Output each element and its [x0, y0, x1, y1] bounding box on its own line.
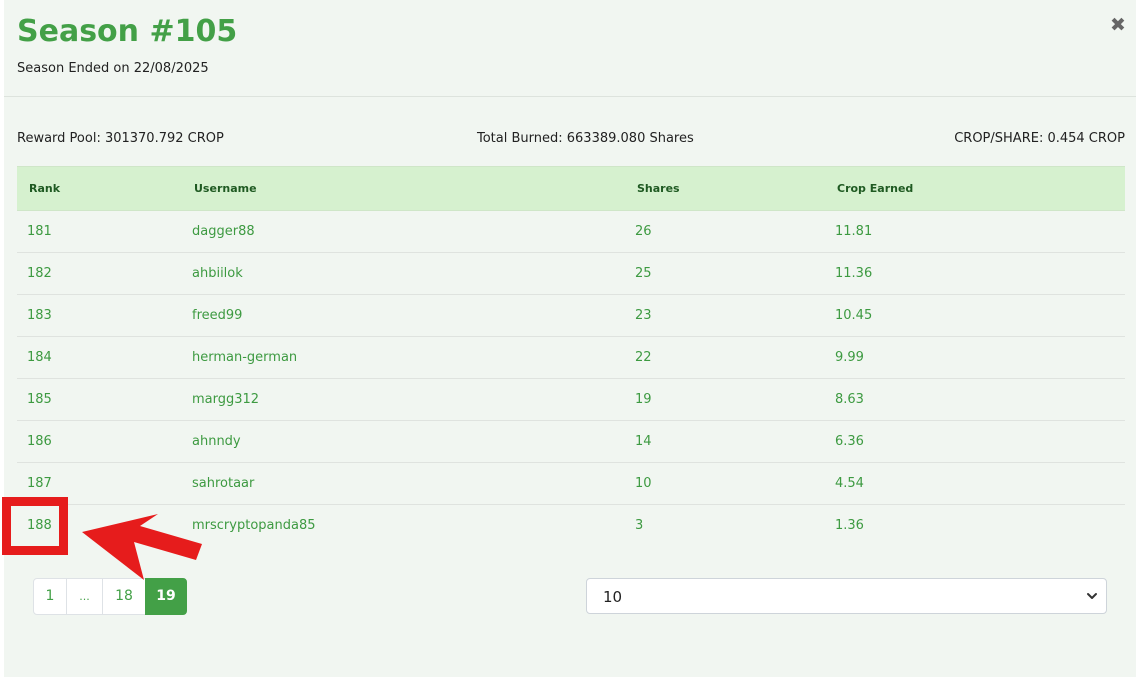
- rank-cell: 185: [17, 378, 182, 421]
- table-row: 183 freed99 23 10.45: [17, 294, 1125, 337]
- page-ellipsis: ...: [66, 578, 103, 615]
- close-button[interactable]: ✖: [1108, 14, 1128, 36]
- column-header-crop-earned[interactable]: Crop Earned: [825, 166, 1125, 211]
- crop-earned-cell: 1.36: [835, 518, 864, 533]
- username-cell: mrscryptopanda85: [192, 518, 316, 533]
- column-header-username[interactable]: Username: [182, 166, 625, 211]
- shares-cell: 14: [625, 420, 825, 463]
- page-button-19[interactable]: 19: [145, 578, 187, 615]
- modal-title: Season #105: [17, 14, 238, 49]
- modal-header: Season #105 Season Ended on 22/08/2025 ✖: [4, 0, 1136, 97]
- crop-earned-cell: 8.63: [825, 378, 1125, 421]
- shares-cell: 19: [625, 378, 825, 421]
- crop-per-share: CROP/SHARE: 0.454 CROP: [954, 131, 1125, 146]
- shares-cell: 26: [625, 210, 825, 253]
- rank-cell: 182: [17, 252, 182, 295]
- shares-cell: 3: [635, 518, 644, 533]
- season-modal: Season #105 Season Ended on 22/08/2025 ✖…: [4, 0, 1136, 677]
- table-row: 182 ahbiilok 25 11.36: [17, 252, 1125, 295]
- username-cell: ahnndy: [182, 420, 625, 463]
- page-button-18[interactable]: 18: [102, 578, 146, 615]
- rank-cell: 181: [17, 210, 182, 253]
- crop-earned-cell: 6.36: [825, 420, 1125, 463]
- table-row: 187 sahrotaar 10 4.54: [17, 462, 1125, 505]
- rank-cell: 187: [17, 462, 182, 505]
- reward-pool: Reward Pool: 301370.792 CROP: [17, 131, 224, 146]
- leaderboard-table: Rank Username Shares Crop Earned 181 dag…: [17, 166, 1125, 546]
- rank-cell: 184: [17, 336, 182, 379]
- total-burned: Total Burned: 663389.080 Shares: [477, 131, 694, 146]
- table-row: 186 ahnndy 14 6.36: [17, 420, 1125, 463]
- table-row: 185 margg312 19 8.63: [17, 378, 1125, 421]
- column-header-shares[interactable]: Shares: [625, 166, 825, 211]
- username-cell: dagger88: [182, 210, 625, 253]
- crop-earned-cell: 11.81: [825, 210, 1125, 253]
- rank-cell: 183: [17, 294, 182, 337]
- username-cell: sahrotaar: [182, 462, 625, 505]
- username-cell: margg312: [182, 378, 625, 421]
- rank-cell: 188: [27, 518, 52, 533]
- shares-cell: 23: [625, 294, 825, 337]
- close-icon: ✖: [1110, 14, 1126, 36]
- chevron-down-icon: [1087, 593, 1097, 599]
- season-end-date: Season Ended on 22/08/2025: [17, 61, 209, 76]
- username-cell: ahbiilok: [182, 252, 625, 295]
- column-header-rank[interactable]: Rank: [17, 166, 182, 211]
- table-row: 184 herman-german 22 9.99: [17, 336, 1125, 379]
- username-cell: freed99: [182, 294, 625, 337]
- crop-earned-cell: 11.36: [825, 252, 1125, 295]
- rank-cell: 186: [17, 420, 182, 463]
- season-stats: Reward Pool: 301370.792 CROP Total Burne…: [17, 131, 1125, 149]
- table-row: 188 mrscryptopanda85 3 1.36: [17, 505, 1125, 547]
- shares-cell: 25: [625, 252, 825, 295]
- crop-earned-cell: 10.45: [825, 294, 1125, 337]
- page-button-1[interactable]: 1: [33, 578, 67, 615]
- crop-earned-cell: 9.99: [825, 336, 1125, 379]
- shares-cell: 10: [625, 462, 825, 505]
- shares-cell: 22: [625, 336, 825, 379]
- table-header-row: Rank Username Shares Crop Earned: [17, 166, 1125, 211]
- pagination: 1 ... 18 19: [33, 578, 187, 615]
- table-row: 181 dagger88 26 11.81: [17, 210, 1125, 253]
- page-size-value: 10: [603, 588, 623, 606]
- page-size-select[interactable]: 10: [586, 578, 1107, 614]
- crop-earned-cell: 4.54: [825, 462, 1125, 505]
- username-cell: herman-german: [182, 336, 625, 379]
